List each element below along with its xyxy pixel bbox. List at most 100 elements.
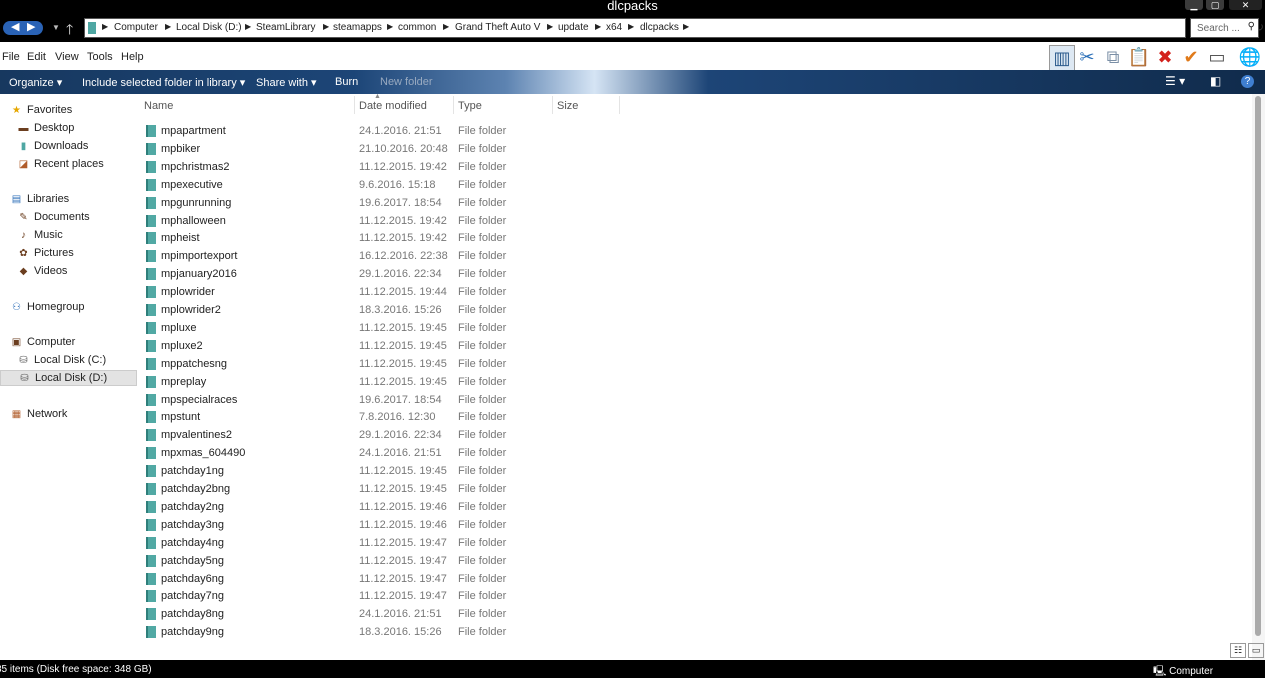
breadcrumb-update[interactable]: update xyxy=(558,22,589,33)
file-row[interactable]: patchday8ng 24.1.2016. 21:51 File folder xyxy=(130,605,730,623)
include-in-library-button[interactable]: Include selected folder in library ▾ xyxy=(82,76,245,89)
file-row[interactable]: patchday9ng 18.3.2016. 15:26 File folder xyxy=(130,623,730,641)
file-row[interactable]: mpluxe 11.12.2015. 19:45 File folder xyxy=(130,319,730,337)
file-row[interactable]: patchday4ng 11.12.2015. 19:47 File folder xyxy=(130,534,730,552)
nav-pictures[interactable]: ✿ Pictures xyxy=(17,247,73,259)
breadcrumb-x64[interactable]: x64 xyxy=(606,22,622,33)
nav-documents[interactable]: ✎ Documents xyxy=(17,211,89,223)
nav-desktop[interactable]: ▬ Desktop xyxy=(17,122,75,134)
file-row[interactable]: patchday7ng 11.12.2015. 19:47 File folder xyxy=(130,587,730,605)
nav-music[interactable]: ♪ Music xyxy=(17,229,63,241)
vertical-scrollbar[interactable] xyxy=(1252,94,1265,660)
properties-check-icon[interactable]: ✔ xyxy=(1179,45,1203,69)
file-row[interactable]: mpchristmas2 11.12.2015. 19:42 File folder xyxy=(130,158,730,176)
nav-homegroup[interactable]: ⚇ Homegroup xyxy=(10,301,84,313)
file-row[interactable]: mplowrider2 18.3.2016. 15:26 File folder xyxy=(130,301,730,319)
file-row[interactable]: mppatchesng 11.12.2015. 19:45 File folder xyxy=(130,355,730,373)
back-forward-buttons[interactable]: ◀ ▶ xyxy=(3,21,43,35)
cut-icon[interactable]: ✂ xyxy=(1075,45,1099,69)
file-row[interactable]: mpgunrunning 19.6.2017. 18:54 File folder xyxy=(130,194,730,212)
close-button[interactable]: ✕ xyxy=(1229,0,1262,10)
column-type[interactable]: Type xyxy=(458,100,482,112)
preview-pane-icon[interactable]: ◧ xyxy=(1210,74,1221,88)
delete-icon[interactable]: ✖ xyxy=(1153,45,1177,69)
menu-help[interactable]: Help xyxy=(121,51,144,63)
nav-computer[interactable]: ▣ Computer xyxy=(10,336,76,348)
nav-videos[interactable]: ◆ Videos xyxy=(17,265,68,277)
column-name[interactable]: Name xyxy=(144,100,173,112)
breadcrumb-separator-icon[interactable]: ▶ xyxy=(245,22,251,31)
file-row[interactable]: patchday2ng 11.12.2015. 19:46 File folder xyxy=(130,498,730,516)
column-divider[interactable] xyxy=(552,96,553,114)
file-row[interactable]: mpheist 11.12.2015. 19:42 File folder xyxy=(130,229,730,247)
breadcrumb-separator-icon[interactable]: ▶ xyxy=(165,22,171,31)
file-row[interactable]: mpapartment 24.1.2016. 21:51 File folder xyxy=(130,122,730,140)
file-row[interactable]: mpreplay 11.12.2015. 19:45 File folder xyxy=(130,373,730,391)
file-row[interactable]: patchday2bng 11.12.2015. 19:45 File folder xyxy=(130,480,730,498)
forward-icon[interactable]: ▶ xyxy=(27,20,35,33)
burn-button[interactable]: Burn xyxy=(335,76,358,88)
file-row[interactable]: mpvalentines2 29.1.2016. 22:34 File folder xyxy=(130,426,730,444)
breadcrumb-grand-theft-auto-v[interactable]: Grand Theft Auto V xyxy=(455,22,540,33)
nav-network[interactable]: ▦ Network xyxy=(10,408,68,420)
breadcrumb-separator-icon[interactable]: ▶ xyxy=(443,22,449,31)
nav-libraries[interactable]: ▤ Libraries xyxy=(10,193,69,205)
layout-pane-icon[interactable]: ▥ xyxy=(1049,45,1075,71)
breadcrumb-common[interactable]: common xyxy=(398,22,436,33)
menu-view[interactable]: View xyxy=(55,51,79,63)
file-row[interactable]: mpimportexport 16.12.2016. 22:38 File fold… xyxy=(130,247,730,265)
breadcrumb-separator-icon[interactable]: ▶ xyxy=(102,22,108,31)
globe-icon[interactable]: 🌐 xyxy=(1238,45,1262,69)
back-icon[interactable]: ◀ xyxy=(11,20,19,33)
organize-button[interactable]: Organize ▾ xyxy=(9,76,62,89)
recent-pages-icon[interactable]: ▼ xyxy=(52,23,60,32)
column-divider[interactable] xyxy=(354,96,355,114)
nav-local-disk-c[interactable]: ⛁ Local Disk (C:) xyxy=(17,354,106,366)
nav-local-disk-d[interactable]: ⛁ Local Disk (D:) xyxy=(0,370,137,386)
menu-tools[interactable]: Tools xyxy=(87,51,113,63)
breadcrumb-separator-icon[interactable]: ▶ xyxy=(547,22,553,31)
nav-recent-places[interactable]: ◪ Recent places xyxy=(17,158,104,170)
file-row[interactable]: mpxmas_604490 24.1.2016. 21:51 File folder xyxy=(130,444,730,462)
file-row[interactable]: mpexecutive 9.6.2016. 15:18 File folder xyxy=(130,176,730,194)
file-row[interactable]: mpspecialraces 19.6.2017. 18:54 File folde… xyxy=(130,391,730,409)
search-box[interactable]: Search ... ⚲ xyxy=(1190,18,1259,38)
file-row[interactable]: patchday6ng 11.12.2015. 19:47 File folder xyxy=(130,570,730,588)
column-date-modified[interactable]: Date modified xyxy=(359,100,427,112)
file-row[interactable]: mpbiker 21.10.2016. 20:48 File folder xyxy=(130,140,730,158)
maximize-button[interactable]: ▢ xyxy=(1206,0,1224,10)
file-row[interactable]: mplowrider 11.12.2015. 19:44 File folder xyxy=(130,283,730,301)
nav-downloads[interactable]: ▮ Downloads xyxy=(17,140,89,152)
breadcrumb-separator-icon[interactable]: ▶ xyxy=(387,22,393,31)
column-size[interactable]: Size xyxy=(557,100,578,112)
breadcrumb-steamapps[interactable]: steamapps xyxy=(333,22,382,33)
file-row[interactable]: patchday3ng 11.12.2015. 19:46 File folder xyxy=(130,516,730,534)
address-bar[interactable]: ▶ Computer ▶ Local Disk (D:) ▶ SteamLibr… xyxy=(84,18,1264,38)
scrollbar-thumb[interactable] xyxy=(1255,96,1261,636)
breadcrumb-computer[interactable]: Computer xyxy=(114,22,158,33)
help-icon[interactable]: ? xyxy=(1241,75,1254,88)
file-row[interactable]: mphalloween 11.12.2015. 19:42 File folder xyxy=(130,212,730,230)
menu-edit[interactable]: Edit xyxy=(27,51,46,63)
new-folder-button[interactable]: New folder xyxy=(380,76,433,88)
column-divider[interactable] xyxy=(453,96,454,114)
file-row[interactable]: mpjanuary2016 29.1.2016. 22:34 File folder xyxy=(130,265,730,283)
share-with-button[interactable]: Share with ▾ xyxy=(256,76,317,89)
file-row[interactable]: patchday5ng 11.12.2015. 19:47 File folder xyxy=(130,552,730,570)
copy-icon[interactable]: ⧉ xyxy=(1101,45,1125,69)
nav-favorites[interactable]: ★ Favorites xyxy=(10,104,72,116)
paste-icon[interactable]: 📋 xyxy=(1127,45,1151,69)
breadcrumb-separator-icon[interactable]: ▶ xyxy=(628,22,634,31)
breadcrumb-steamlibrary[interactable]: SteamLibrary xyxy=(256,22,315,33)
file-row[interactable]: patchday1ng 11.12.2015. 19:45 File folder xyxy=(130,462,730,480)
search-icon[interactable]: ⚲ xyxy=(1248,21,1255,32)
breadcrumb-separator-icon[interactable]: ▶ xyxy=(683,22,689,31)
breadcrumb-separator-icon[interactable]: ▶ xyxy=(323,22,329,31)
menu-file[interactable]: File xyxy=(2,51,20,63)
breadcrumb-separator-icon[interactable]: ▶ xyxy=(595,22,601,31)
breadcrumb-dlcpacks[interactable]: dlcpacks xyxy=(640,22,679,33)
view-options-icon[interactable]: ☰ ▾ xyxy=(1165,74,1185,88)
minimize-button[interactable]: ▁ xyxy=(1185,0,1203,10)
large-icons-view-icon[interactable]: ▭ xyxy=(1248,643,1264,658)
file-row[interactable]: mpluxe2 11.12.2015. 19:45 File folder xyxy=(130,337,730,355)
